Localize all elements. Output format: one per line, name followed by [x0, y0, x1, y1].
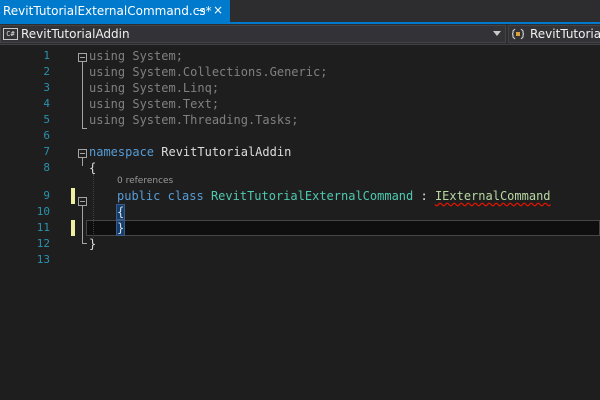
- line-number: 1: [43, 49, 50, 62]
- line-number: 5: [43, 113, 50, 126]
- code-editor[interactable]: 1 using System; 2 using System.Collectio…: [0, 46, 600, 400]
- code-line: 10 {: [0, 204, 600, 220]
- code-text: public class RevitTutorialExternalComman…: [117, 188, 551, 204]
- line-number: 6: [43, 129, 50, 142]
- code-text: using System.Text;: [89, 96, 219, 112]
- code-line: 11 }: [0, 220, 600, 236]
- keyword: using: [89, 65, 126, 79]
- line-number: 10: [36, 205, 50, 218]
- line-number: 3: [43, 81, 50, 94]
- keyword: using: [89, 97, 126, 111]
- code-rest: System.Text;: [125, 97, 220, 111]
- code-line: 3 using System.Linq;: [0, 80, 600, 96]
- code-text: using System.Collections.Generic;: [89, 64, 327, 80]
- matched-brace: }: [115, 220, 126, 236]
- code-rest: System.Linq;: [125, 81, 220, 95]
- tab-title: RevitTutorialExternalCommand.cs*: [3, 4, 212, 18]
- codelens-references[interactable]: 0 references: [117, 176, 173, 186]
- chevron-down-icon[interactable]: [493, 31, 501, 36]
- namespace-icon: [512, 28, 524, 40]
- line-number: 13: [36, 253, 50, 266]
- code-text: }: [115, 220, 126, 236]
- project-dropdown[interactable]: C# RevitTutorialAddin: [0, 25, 506, 43]
- code-line: 13: [0, 252, 600, 268]
- code-line: 4 using System.Text;: [0, 96, 600, 112]
- code-line: 8 {: [0, 160, 600, 176]
- line-number: 11: [36, 221, 50, 234]
- code-line: 1 using System;: [0, 48, 600, 64]
- namespace-name: RevitTutorialAddin: [154, 145, 292, 159]
- keyword: using: [89, 81, 126, 95]
- type-dropdown-label: RevitTutorialAddin: [530, 27, 600, 41]
- code-line: 2 using System.Collections.Generic;: [0, 64, 600, 80]
- code-text: using System.Threading.Tasks;: [89, 112, 299, 128]
- class-name: RevitTutorialExternalCommand: [210, 189, 414, 203]
- keyword: namespace: [89, 145, 155, 159]
- code-rest: System.Collections.Generic;: [125, 65, 328, 79]
- line-number: 9: [43, 189, 50, 202]
- code-text: }: [89, 237, 97, 251]
- project-dropdown-label: RevitTutorialAddin: [21, 27, 130, 41]
- line-number: 2: [43, 65, 50, 78]
- line-number: 8: [43, 161, 50, 174]
- keyword: using: [89, 49, 126, 63]
- code-text: {: [89, 161, 97, 175]
- code-text: {: [115, 204, 126, 220]
- close-icon[interactable]: ×: [211, 3, 225, 17]
- pin-icon[interactable]: ⊸: [195, 4, 207, 18]
- document-tab[interactable]: RevitTutorialExternalCommand.cs* ⊸ ×: [0, 0, 230, 22]
- code-text: using System;: [89, 48, 183, 64]
- navigation-bar: C# RevitTutorialAddin RevitTutorialAddin: [0, 24, 600, 45]
- code-rest: System.Threading.Tasks;: [125, 113, 299, 127]
- colon: :: [413, 189, 435, 203]
- code-text: namespace RevitTutorialAddin: [89, 144, 291, 160]
- type-dropdown[interactable]: RevitTutorialAddin: [508, 25, 600, 43]
- keyword: public: [117, 189, 161, 203]
- matched-brace: {: [115, 204, 126, 220]
- code-line: 7 namespace RevitTutorialAddin: [0, 144, 600, 160]
- code-text: using System.Linq;: [89, 80, 219, 96]
- line-number: 7: [43, 145, 50, 158]
- document-tab-strip: RevitTutorialExternalCommand.cs* ⊸ ×: [0, 0, 600, 24]
- code-line: 12 }: [0, 236, 600, 252]
- keyword: class: [167, 189, 204, 203]
- code-line: 6: [0, 128, 600, 144]
- interface-name-error[interactable]: IExternalCommand: [435, 189, 551, 203]
- keyword: using: [89, 113, 126, 127]
- csharp-project-icon: C#: [3, 28, 18, 40]
- line-number: 12: [36, 237, 50, 250]
- code-line: 5 using System.Threading.Tasks;: [0, 112, 600, 128]
- line-number: 4: [43, 97, 50, 110]
- code-rest: System;: [125, 49, 183, 63]
- code-line: 9 public class RevitTutorialExternalComm…: [0, 188, 600, 204]
